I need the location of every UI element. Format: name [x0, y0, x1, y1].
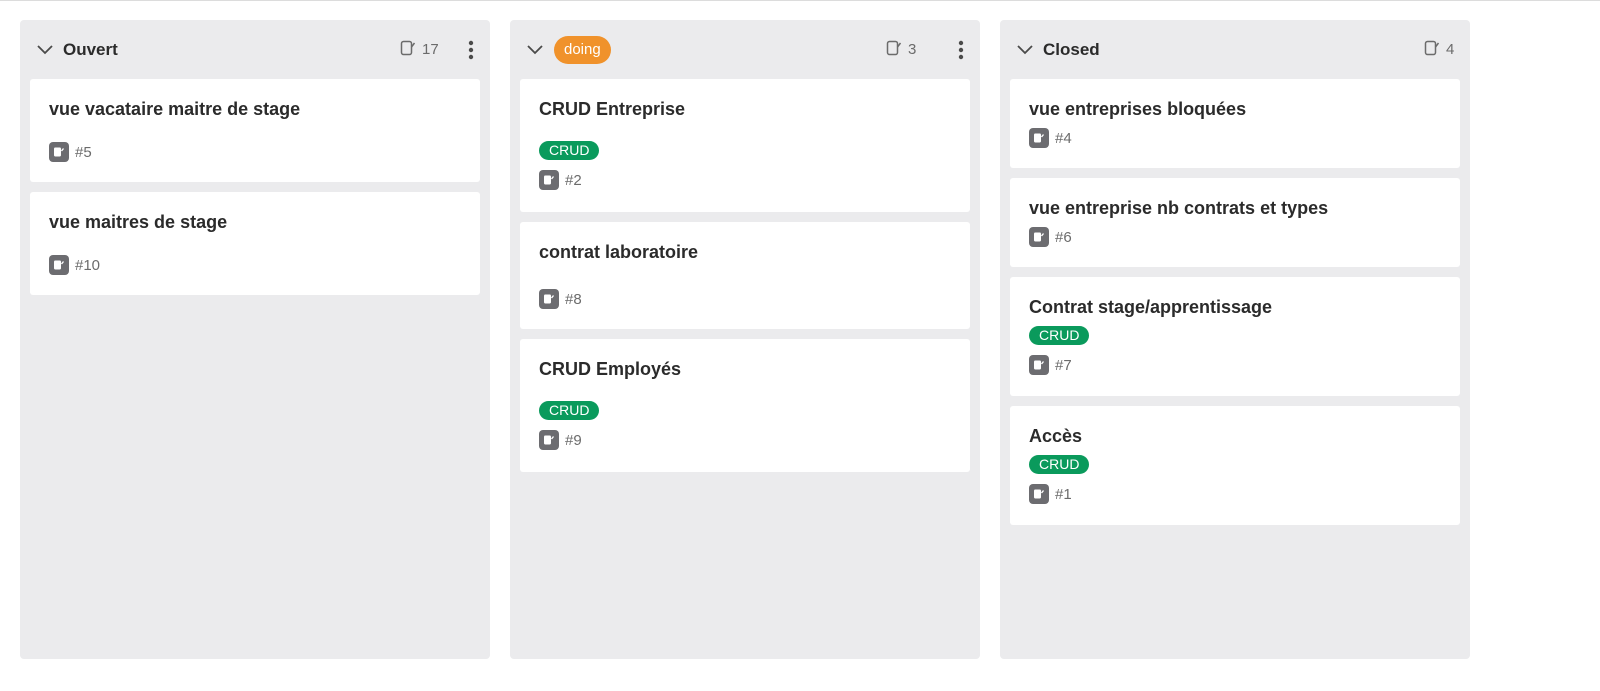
card-title: Contrat stage/apprentissage	[1029, 297, 1273, 317]
chevron-down-icon[interactable]	[522, 37, 548, 63]
card[interactable]: CRUD Entreprise CRUD #2	[520, 79, 970, 212]
crud-label: CRUD	[1029, 455, 1090, 474]
issue-ref: #8	[539, 289, 951, 309]
card-title: vue entreprises bloquées	[1029, 99, 1247, 119]
card-title: Accès	[1029, 426, 1083, 446]
issue-icon	[539, 170, 559, 190]
issue-count-value: 17	[422, 41, 439, 58]
card[interactable]: vue maitres de stage #10	[30, 192, 480, 295]
column-header: Ouvert 17	[30, 20, 480, 79]
issue-count: 17	[400, 40, 439, 60]
crud-label: CRUD	[539, 401, 600, 420]
issue-icon	[49, 255, 69, 275]
issue-number: #9	[565, 431, 582, 449]
issue-icon	[1029, 484, 1049, 504]
board: Ouvert 17 vue vacataire maitre de stage …	[20, 20, 1470, 659]
crud-label: CRUD	[1029, 326, 1090, 345]
card[interactable]: Accès CRUD #1	[1010, 406, 1460, 525]
kebab-menu-icon[interactable]	[461, 36, 481, 64]
issue-count-icon	[1424, 40, 1440, 60]
issue-ref: #1	[1029, 484, 1441, 504]
card-title: CRUD Employés	[539, 359, 682, 379]
issue-ref: #4	[1029, 128, 1441, 148]
card-title: vue entreprise nb contrats et types	[1029, 198, 1329, 218]
issue-number: #5	[75, 143, 92, 161]
issue-icon	[49, 142, 69, 162]
column-doing: doing 3 CRUD Entreprise CRUD #2 contrat …	[510, 20, 980, 659]
column-ouvert: Ouvert 17 vue vacataire maitre de stage …	[20, 20, 490, 659]
card[interactable]: vue entreprise nb contrats et types #6	[1010, 178, 1460, 267]
card[interactable]: Contrat stage/apprentissage CRUD #7	[1010, 277, 1460, 396]
top-divider	[0, 0, 1600, 1]
crud-label: CRUD	[539, 141, 600, 160]
issue-count-value: 4	[1446, 41, 1455, 58]
issue-ref: #7	[1029, 355, 1441, 375]
issue-number: #8	[565, 290, 582, 308]
issue-ref: #9	[539, 430, 951, 450]
issue-number: #6	[1055, 228, 1072, 246]
column-header: Closed 4	[1010, 20, 1460, 79]
issue-ref: #6	[1029, 227, 1441, 247]
issue-number: #4	[1055, 129, 1072, 147]
card-title: vue vacataire maitre de stage	[49, 99, 301, 119]
chevron-down-icon[interactable]	[32, 37, 58, 63]
issue-count: 3	[886, 40, 916, 60]
issue-count: 4	[1424, 40, 1454, 60]
issue-ref: #5	[49, 142, 461, 162]
issue-number: #1	[1055, 485, 1072, 503]
issue-number: #10	[75, 256, 101, 274]
issue-ref: #2	[539, 170, 951, 190]
card[interactable]: contrat laboratoire #8	[520, 222, 970, 329]
chevron-down-icon[interactable]	[1012, 37, 1038, 63]
issue-ref: #10	[49, 255, 461, 275]
issue-icon	[539, 430, 559, 450]
card-title: contrat laboratoire	[539, 242, 699, 262]
column-title: Closed	[1043, 39, 1100, 59]
issue-icon	[1029, 128, 1049, 148]
column-title: Ouvert	[63, 39, 118, 59]
issue-icon	[539, 289, 559, 309]
column-header: doing 3	[520, 20, 970, 79]
card-title: CRUD Entreprise	[539, 99, 686, 119]
issue-number: #7	[1055, 356, 1072, 374]
card[interactable]: CRUD Employés CRUD #9	[520, 339, 970, 472]
column-status-badge: doing	[554, 35, 611, 64]
issue-count-icon	[886, 40, 902, 60]
card[interactable]: vue vacataire maitre de stage #5	[30, 79, 480, 182]
issue-icon	[1029, 227, 1049, 247]
card[interactable]: vue entreprises bloquées #4	[1010, 79, 1460, 168]
issue-count-icon	[400, 40, 416, 60]
issue-number: #2	[565, 171, 582, 189]
issue-count-value: 3	[908, 41, 917, 58]
column-closed: Closed 4 vue entreprises bloquées #4 vue…	[1000, 20, 1470, 659]
kebab-menu-icon[interactable]	[951, 36, 971, 64]
card-title: vue maitres de stage	[49, 212, 228, 232]
issue-icon	[1029, 355, 1049, 375]
